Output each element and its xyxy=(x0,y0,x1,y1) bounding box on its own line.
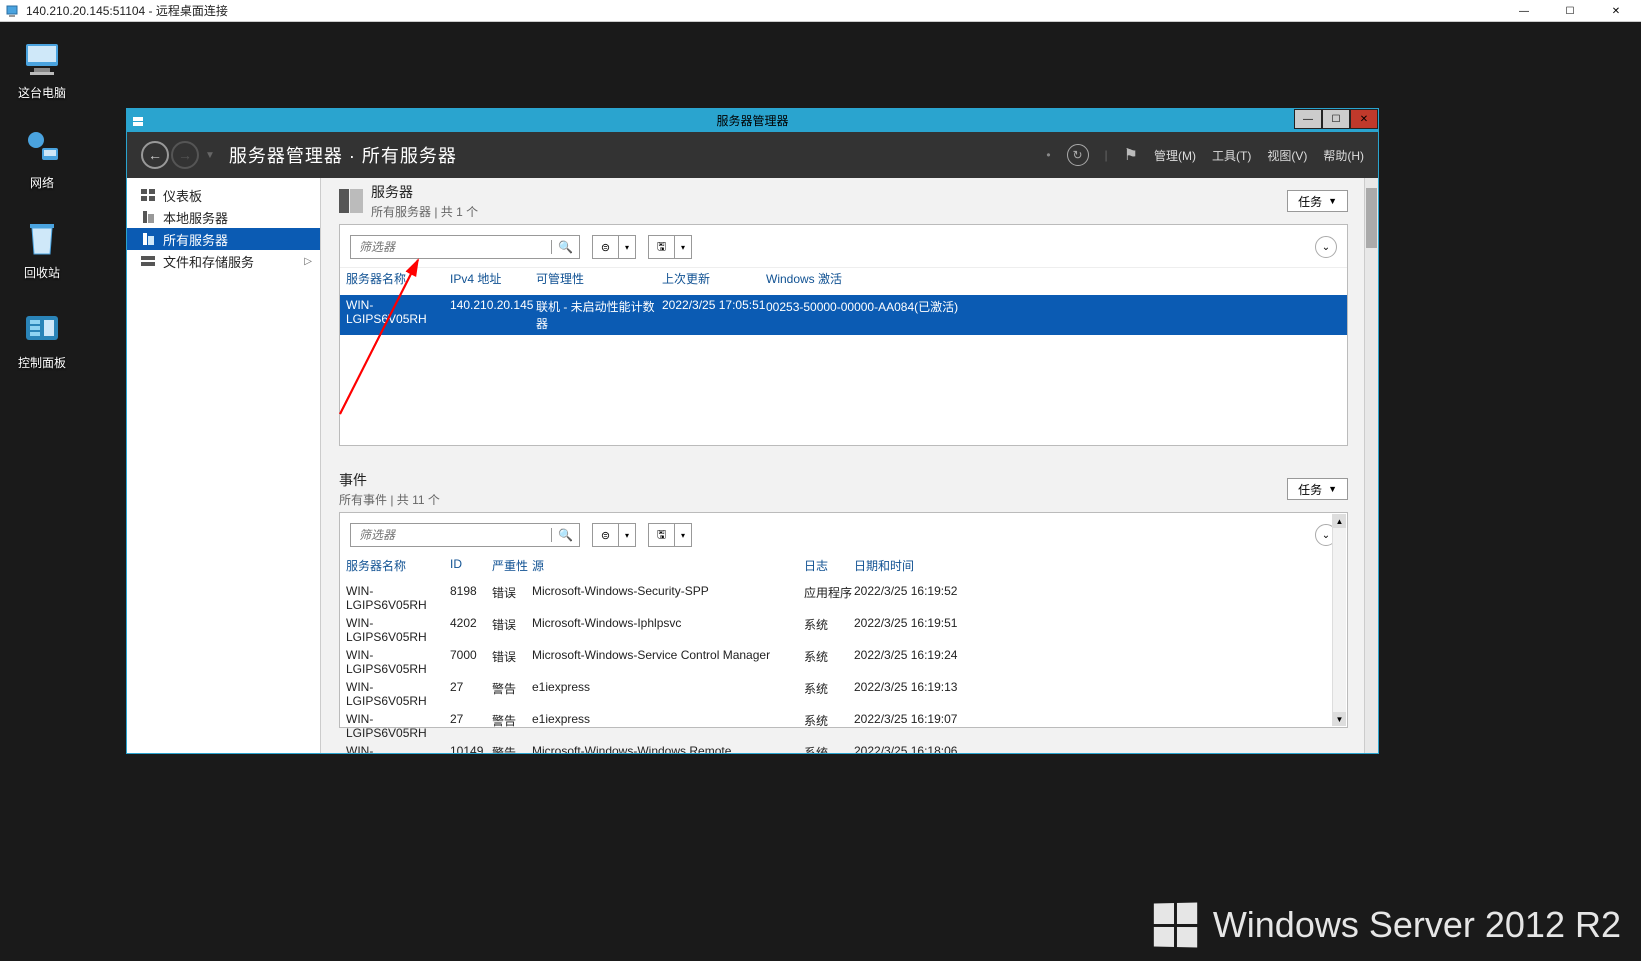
remote-desktop: 这台电脑 网络 回收站 控制面板 服务器管理器 — ☐ ✕ ← → xyxy=(0,22,1641,961)
servers-icon xyxy=(141,233,155,245)
host-maximize-button[interactable]: ☐ xyxy=(1547,1,1593,21)
event-row[interactable]: WIN-LGIPS6V05RH7000错误Microsoft-Windows-S… xyxy=(340,646,1347,678)
filter-field[interactable] xyxy=(351,528,551,542)
desktop-icon-recycle-bin[interactable]: 回收站 xyxy=(4,216,80,281)
desktop-icon-control-panel[interactable]: 控制面板 xyxy=(4,306,80,371)
col-log[interactable]: 日志 xyxy=(804,557,854,574)
breadcrumb-root[interactable]: 服务器管理器 xyxy=(229,146,343,166)
event-row[interactable]: WIN-LGIPS6V05RH27警告e1iexpress系统2022/3/25… xyxy=(340,678,1347,710)
sidebar-item-local-server[interactable]: 本地服务器 xyxy=(127,206,320,228)
filter-input-events[interactable]: 🔍 xyxy=(350,523,580,547)
col-last-update[interactable]: 上次更新 xyxy=(662,270,766,287)
server-row[interactable]: WIN-LGIPS6V05RH140.210.20.145联机 - 未启动性能计… xyxy=(340,295,1347,335)
col-datetime[interactable]: 日期和时间 xyxy=(854,557,984,574)
dashboard-icon xyxy=(141,189,155,201)
tasks-dropdown-servers[interactable]: 任务▼ xyxy=(1287,190,1348,212)
events-scrollbar[interactable]: ▲ ▼ xyxy=(1332,514,1346,726)
section-subtitle-events: 所有事件 | 共 11 个 xyxy=(339,491,440,508)
event-row[interactable]: WIN-LGIPS6V05RH27警告e1iexpress系统2022/3/25… xyxy=(340,710,1347,742)
sidebar-item-dashboard[interactable]: 仪表板 xyxy=(127,184,320,206)
filter-field[interactable] xyxy=(351,240,551,254)
col-server-name[interactable]: 服务器名称 xyxy=(346,557,450,574)
sidebar: 仪表板 本地服务器 所有服务器 文件和存储服务 ▷ xyxy=(127,178,321,753)
col-server-name[interactable]: 服务器名称 xyxy=(346,270,450,287)
desktop-icon-label: 这台电脑 xyxy=(4,84,80,101)
filter-save-dropdown[interactable]: 🖫▾ xyxy=(648,523,692,547)
recycle-bin-icon xyxy=(20,216,64,260)
desktop-icon-label: 网络 xyxy=(4,174,80,191)
col-source[interactable]: 源 xyxy=(532,557,804,574)
os-watermark: Windows Server 2012 R2 xyxy=(1153,903,1621,947)
menu-manage[interactable]: 管理(M) xyxy=(1154,147,1196,164)
desktop-icon-label: 回收站 xyxy=(4,264,80,281)
sidebar-item-file-storage[interactable]: 文件和存储服务 ▷ xyxy=(127,250,320,272)
flag-icon[interactable]: ⚑ xyxy=(1124,145,1138,165)
server-icon xyxy=(141,211,155,223)
sidebar-item-label: 文件和存储服务 xyxy=(163,252,254,271)
sidebar-item-label: 所有服务器 xyxy=(163,230,228,249)
breadcrumb-current: 所有服务器 xyxy=(362,146,457,166)
section-title-events: 事件 xyxy=(339,470,440,490)
command-bar: ← → ▼ 服务器管理器 · 所有服务器 • ↻ | ⚑ 管理(M) 工具(T)… xyxy=(127,132,1378,178)
sidebar-item-all-servers[interactable]: 所有服务器 xyxy=(127,228,320,250)
col-ipv4[interactable]: IPv4 地址 xyxy=(450,270,536,287)
nav-back-button[interactable]: ← xyxy=(141,141,169,169)
filter-input-servers[interactable]: 🔍 xyxy=(350,235,580,259)
filter-save-dropdown[interactable]: 🖫▾ xyxy=(648,235,692,259)
breadcrumb: 服务器管理器 · 所有服务器 xyxy=(229,142,457,168)
desktop-icon-network[interactable]: 网络 xyxy=(4,126,80,191)
rdp-title: 140.210.20.145:51104 - 远程桌面连接 xyxy=(26,2,228,19)
window-title: 服务器管理器 xyxy=(716,112,788,129)
window-close-button[interactable]: ✕ xyxy=(1350,109,1378,129)
desktop-icon-label: 控制面板 xyxy=(4,354,80,371)
events-panel: 🔍 ⊜▾ 🖫▾ ⌄ 服务器名称 ID 严重性 源 日志 日期和 xyxy=(339,512,1348,728)
main-content: 服务器 所有服务器 | 共 1 个 任务▼ 🔍 xyxy=(321,178,1378,753)
sidebar-item-label: 本地服务器 xyxy=(163,208,228,227)
filter-category-dropdown[interactable]: ⊜▾ xyxy=(592,235,636,259)
rdp-titlebar: 140.210.20.145:51104 - 远程桌面连接 xyxy=(0,0,1641,22)
refresh-button[interactable]: ↻ xyxy=(1067,144,1089,166)
network-icon xyxy=(20,126,64,170)
col-manageability[interactable]: 可管理性 xyxy=(536,270,662,287)
event-row[interactable]: WIN-LGIPS6V05RH10149警告Microsoft-Windows-… xyxy=(340,742,1347,753)
sidebar-item-label: 仪表板 xyxy=(163,186,202,205)
computer-icon xyxy=(20,36,64,80)
col-id[interactable]: ID xyxy=(450,557,492,574)
host-minimize-button[interactable]: — xyxy=(1501,1,1547,21)
tasks-dropdown-events[interactable]: 任务▼ xyxy=(1287,478,1348,500)
windows-logo-icon xyxy=(1154,902,1197,947)
nav-history-dropdown[interactable]: ▼ xyxy=(205,150,215,161)
menu-help[interactable]: 帮助(H) xyxy=(1323,147,1364,164)
server-manager-icon xyxy=(131,114,145,128)
section-subtitle-servers: 所有服务器 | 共 1 个 xyxy=(371,203,478,220)
section-title-servers: 服务器 xyxy=(371,182,478,202)
storage-icon xyxy=(141,255,155,267)
server-manager-window: 服务器管理器 — ☐ ✕ ← → ▼ 服务器管理器 · 所有服务器 xyxy=(126,108,1379,754)
event-row[interactable]: WIN-LGIPS6V05RH4202错误Microsoft-Windows-I… xyxy=(340,614,1347,646)
servers-panel: 🔍 ⊜▾ 🖫▾ ⌄ 服务器名称 IPv4 地址 可管理性 上次更新 Window… xyxy=(339,224,1348,446)
window-maximize-button[interactable]: ☐ xyxy=(1322,109,1350,129)
chevron-right-icon: ▷ xyxy=(304,256,312,267)
window-titlebar[interactable]: 服务器管理器 — ☐ ✕ xyxy=(127,109,1378,132)
main-scrollbar[interactable] xyxy=(1364,178,1378,753)
menu-tools[interactable]: 工具(T) xyxy=(1212,147,1251,164)
section-icon xyxy=(339,189,363,213)
desktop-icon-this-pc[interactable]: 这台电脑 xyxy=(4,36,80,101)
filter-category-dropdown[interactable]: ⊜▾ xyxy=(592,523,636,547)
events-table-header[interactable]: 服务器名称 ID 严重性 源 日志 日期和时间 xyxy=(340,555,1347,576)
col-severity[interactable]: 严重性 xyxy=(492,557,532,574)
control-panel-icon xyxy=(20,306,64,350)
window-minimize-button[interactable]: — xyxy=(1294,109,1322,129)
expand-button[interactable]: ⌄ xyxy=(1315,236,1337,258)
search-icon[interactable]: 🔍 xyxy=(551,240,579,254)
col-activation[interactable]: Windows 激活 xyxy=(766,270,1341,287)
menu-view[interactable]: 视图(V) xyxy=(1267,147,1307,164)
event-row[interactable]: WIN-LGIPS6V05RH8198错误Microsoft-Windows-S… xyxy=(340,582,1347,614)
search-icon[interactable]: 🔍 xyxy=(551,528,579,542)
nav-forward-button: → xyxy=(171,141,199,169)
rdp-icon xyxy=(6,4,20,18)
servers-table-header[interactable]: 服务器名称 IPv4 地址 可管理性 上次更新 Windows 激活 xyxy=(340,267,1347,289)
host-close-button[interactable]: ✕ xyxy=(1593,1,1639,21)
